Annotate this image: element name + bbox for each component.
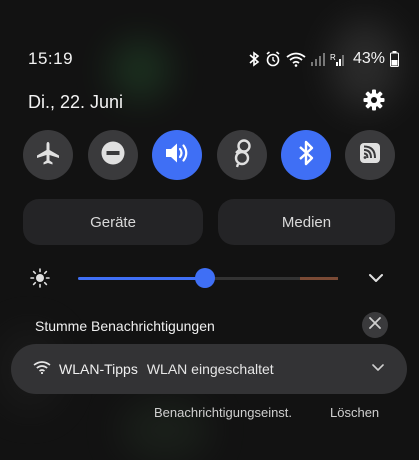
wifi-icon [33, 360, 51, 379]
chevron-down-icon[interactable] [371, 360, 385, 378]
nfc-toggle[interactable] [345, 130, 395, 180]
brightness-slider[interactable] [78, 268, 338, 288]
airplane-mode-toggle[interactable] [23, 130, 73, 180]
bluetooth-toggle[interactable] [281, 130, 331, 180]
gear-icon[interactable] [363, 89, 385, 116]
close-icon [369, 316, 381, 334]
wifi-icon [286, 51, 306, 67]
airplane-icon [35, 140, 61, 171]
date-label: Di., 22. Juni [28, 91, 124, 112]
nfc-icon [358, 141, 382, 170]
section-title: Stumme Benachrichtigungen [35, 318, 215, 334]
minus-circle-icon [100, 140, 126, 171]
slider-fill [78, 277, 206, 280]
bluetooth-icon [296, 139, 316, 172]
volume-icon [163, 140, 191, 171]
notification-card[interactable]: WLAN-Tipps WLAN eingeschaltet [11, 344, 407, 394]
signal-r-icon: R [330, 51, 346, 67]
status-icons: R 43% [248, 50, 399, 68]
vpn-icon [229, 138, 255, 173]
alarm-icon [265, 51, 281, 67]
bluetooth-icon [248, 51, 260, 67]
slider-thumb[interactable] [195, 268, 216, 288]
brightness-icon [30, 268, 50, 293]
battery-icon [390, 51, 399, 67]
devices-button[interactable]: Geräte [23, 199, 203, 245]
svg-text:R: R [330, 53, 336, 62]
do-not-disturb-toggle[interactable] [88, 130, 138, 180]
vpn-toggle[interactable] [217, 130, 267, 180]
date-row: Di., 22. Juni [28, 89, 385, 116]
status-bar: 15:19 R 43% [28, 48, 399, 70]
dismiss-button[interactable] [362, 312, 388, 338]
battery-percent: 43% [352, 50, 385, 67]
slider-warm-segment [300, 277, 338, 280]
media-button[interactable]: Medien [218, 199, 395, 245]
notification-text: WLAN eingeschaltet [146, 361, 274, 377]
sound-toggle[interactable] [152, 130, 202, 180]
clear-button[interactable]: Löschen [330, 405, 379, 420]
quick-toggles [23, 130, 397, 180]
notification-app-name: WLAN-Tipps [59, 361, 138, 377]
chevron-down-icon[interactable] [366, 270, 386, 291]
signal-icon [310, 51, 325, 67]
clock: 15:19 [28, 49, 74, 68]
notification-settings-button[interactable]: Benachrichtigungseinst. [154, 405, 292, 420]
